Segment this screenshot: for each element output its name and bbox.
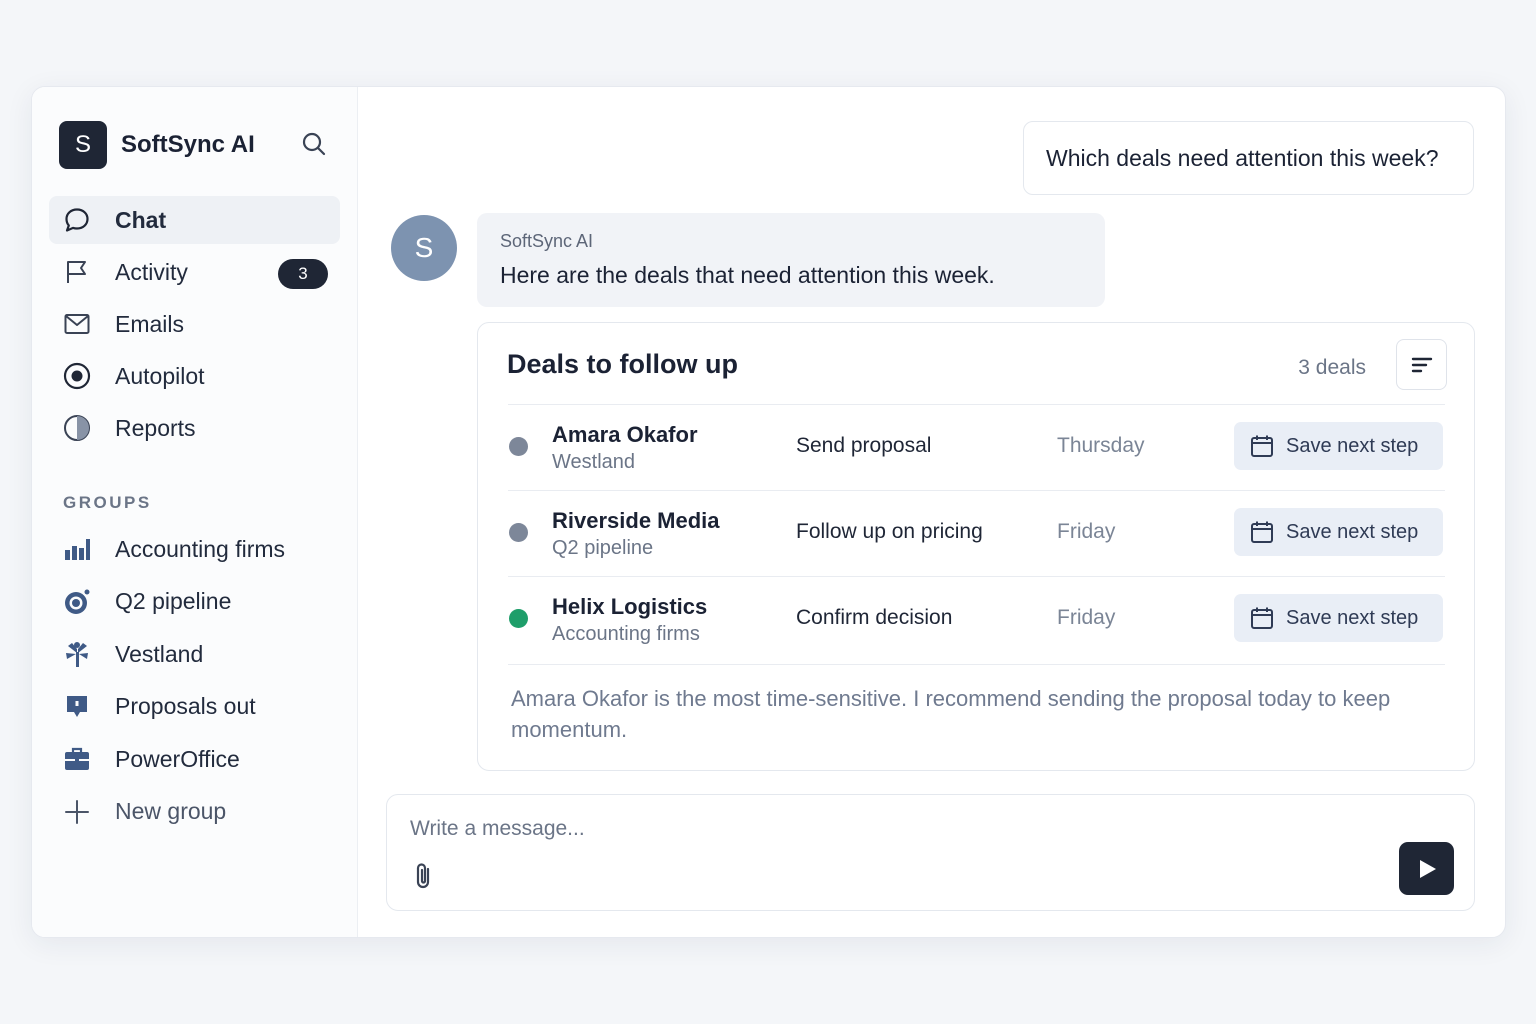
- nav-label: Emails: [115, 310, 185, 337]
- save-next-step-label: Save next step: [1286, 520, 1419, 543]
- deal-due-day: Friday: [1057, 606, 1116, 629]
- deal-next-action: Send proposal: [796, 434, 932, 457]
- target-ring-icon: [63, 588, 91, 616]
- deals-card: Deals to follow up 3 deals Amara Okafor …: [477, 322, 1475, 771]
- ai-message: SoftSync AI Here are the deals that need…: [477, 213, 1105, 307]
- status-dot: [509, 437, 528, 456]
- calendar-icon: [1251, 435, 1273, 457]
- calendar-icon: [1251, 607, 1273, 629]
- ai-sender-name: SoftSync AI: [500, 231, 594, 251]
- nav-item-autopilot[interactable]: Autopilot: [49, 352, 340, 400]
- attach-button[interactable]: [412, 861, 436, 891]
- group-item-poweroffice[interactable]: PowerOffice: [49, 735, 340, 783]
- ai-recommendation: Amara Okafor is the most time-sensitive.…: [511, 686, 1391, 742]
- nav-label: Reports: [115, 414, 196, 441]
- app-name: SoftSync AI: [121, 131, 255, 158]
- group-label: PowerOffice: [115, 745, 240, 772]
- deal-count: 3 deals: [1298, 356, 1366, 379]
- message-input[interactable]: [410, 817, 1310, 841]
- sort-button[interactable]: [1396, 339, 1447, 390]
- app-window: S SoftSync AI Chat Activity 3 Emails Aut…: [31, 86, 1506, 938]
- chat-bubble-icon: [63, 206, 91, 234]
- save-next-step-button[interactable]: Save next step: [1234, 508, 1443, 556]
- new-group-label: New group: [115, 798, 227, 824]
- nav-label: Activity: [115, 258, 188, 285]
- group-item-q2-pipeline[interactable]: Q2 pipeline: [49, 578, 340, 626]
- ai-message-text: Here are the deals that need attention t…: [500, 262, 995, 288]
- search-icon: [302, 132, 326, 156]
- deal-group: Q2 pipeline: [552, 537, 654, 559]
- status-dot: [509, 523, 528, 542]
- save-next-step-label: Save next step: [1286, 434, 1419, 457]
- sort-lines-icon: [1411, 357, 1432, 372]
- deal-due-day: Thursday: [1057, 434, 1145, 457]
- brand: S SoftSync AI: [59, 121, 255, 169]
- briefcase-icon: [63, 745, 91, 773]
- deal-due-day: Friday: [1057, 520, 1116, 543]
- sidebar: S SoftSync AI Chat Activity 3 Emails Aut…: [32, 87, 358, 937]
- deal-name: Helix Logistics: [552, 594, 708, 619]
- group-label: Q2 pipeline: [115, 588, 232, 614]
- deal-next-action: Confirm decision: [796, 606, 953, 629]
- flag-icon: [63, 258, 91, 286]
- deal-next-action: Follow up on pricing: [796, 520, 983, 543]
- nav-item-activity[interactable]: Activity 3: [49, 248, 340, 296]
- target-icon: [63, 362, 91, 390]
- nav-label: Autopilot: [115, 362, 205, 389]
- mail-icon: [63, 310, 91, 338]
- deal-row[interactable]: Amara Okafor Westland Send proposal Thur…: [508, 404, 1445, 490]
- paperclip-icon: [416, 863, 430, 889]
- nav-item-chat[interactable]: Chat: [49, 196, 340, 244]
- message-composer: [386, 794, 1475, 911]
- deal-row[interactable]: Riverside Media Q2 pipeline Follow up on…: [508, 490, 1445, 576]
- comment-box-icon: [63, 693, 91, 721]
- deals-list: Amara Okafor Westland Send proposal Thur…: [508, 404, 1445, 665]
- status-dot: [509, 609, 528, 628]
- ai-avatar: S: [391, 215, 457, 281]
- group-label: Proposals out: [115, 693, 256, 719]
- deal-name: Riverside Media: [552, 508, 720, 533]
- group-label: Vestland: [115, 640, 204, 667]
- pie-chart-icon: [63, 414, 91, 442]
- group-item-proposals-out[interactable]: Proposals out: [49, 683, 340, 731]
- nav-label: Chat: [115, 206, 167, 233]
- new-group-button[interactable]: New group: [49, 788, 340, 836]
- deal-row[interactable]: Helix Logistics Accounting firms Confirm…: [508, 576, 1445, 665]
- send-button[interactable]: [1399, 842, 1454, 895]
- bar-chart-icon: [63, 535, 91, 563]
- group-label: Accounting firms: [115, 535, 286, 562]
- nav-item-reports[interactable]: Reports: [49, 404, 340, 452]
- deals-card-title: Deals to follow up: [507, 349, 739, 379]
- save-next-step-label: Save next step: [1286, 606, 1419, 629]
- tree-icon: [63, 640, 91, 668]
- app-logo: S: [59, 121, 107, 169]
- groups-heading: GROUPS: [63, 493, 152, 512]
- activity-count-badge: 3: [278, 259, 328, 289]
- save-next-step-button[interactable]: Save next step: [1234, 422, 1443, 470]
- main-nav: Chat Activity 3 Emails Autopilot Reports: [49, 196, 340, 456]
- group-item-accounting-firms[interactable]: Accounting firms: [49, 525, 340, 573]
- deal-group: Westland: [552, 451, 636, 473]
- deal-group: Accounting firms: [552, 623, 700, 645]
- calendar-icon: [1251, 521, 1273, 543]
- group-item-vestland[interactable]: Vestland: [49, 630, 340, 678]
- nav-item-emails[interactable]: Emails: [49, 300, 340, 348]
- plus-icon: [63, 798, 91, 826]
- chat-panel: Which deals need attention this week? S …: [358, 87, 1505, 937]
- play-send-icon: [1419, 859, 1436, 878]
- user-message: Which deals need attention this week?: [1023, 121, 1474, 195]
- deal-name: Amara Okafor: [552, 422, 698, 447]
- save-next-step-button[interactable]: Save next step: [1234, 594, 1443, 642]
- groups-list: Accounting firms Q2 pipeline Vestland Pr…: [49, 525, 340, 840]
- search-button[interactable]: [300, 130, 328, 158]
